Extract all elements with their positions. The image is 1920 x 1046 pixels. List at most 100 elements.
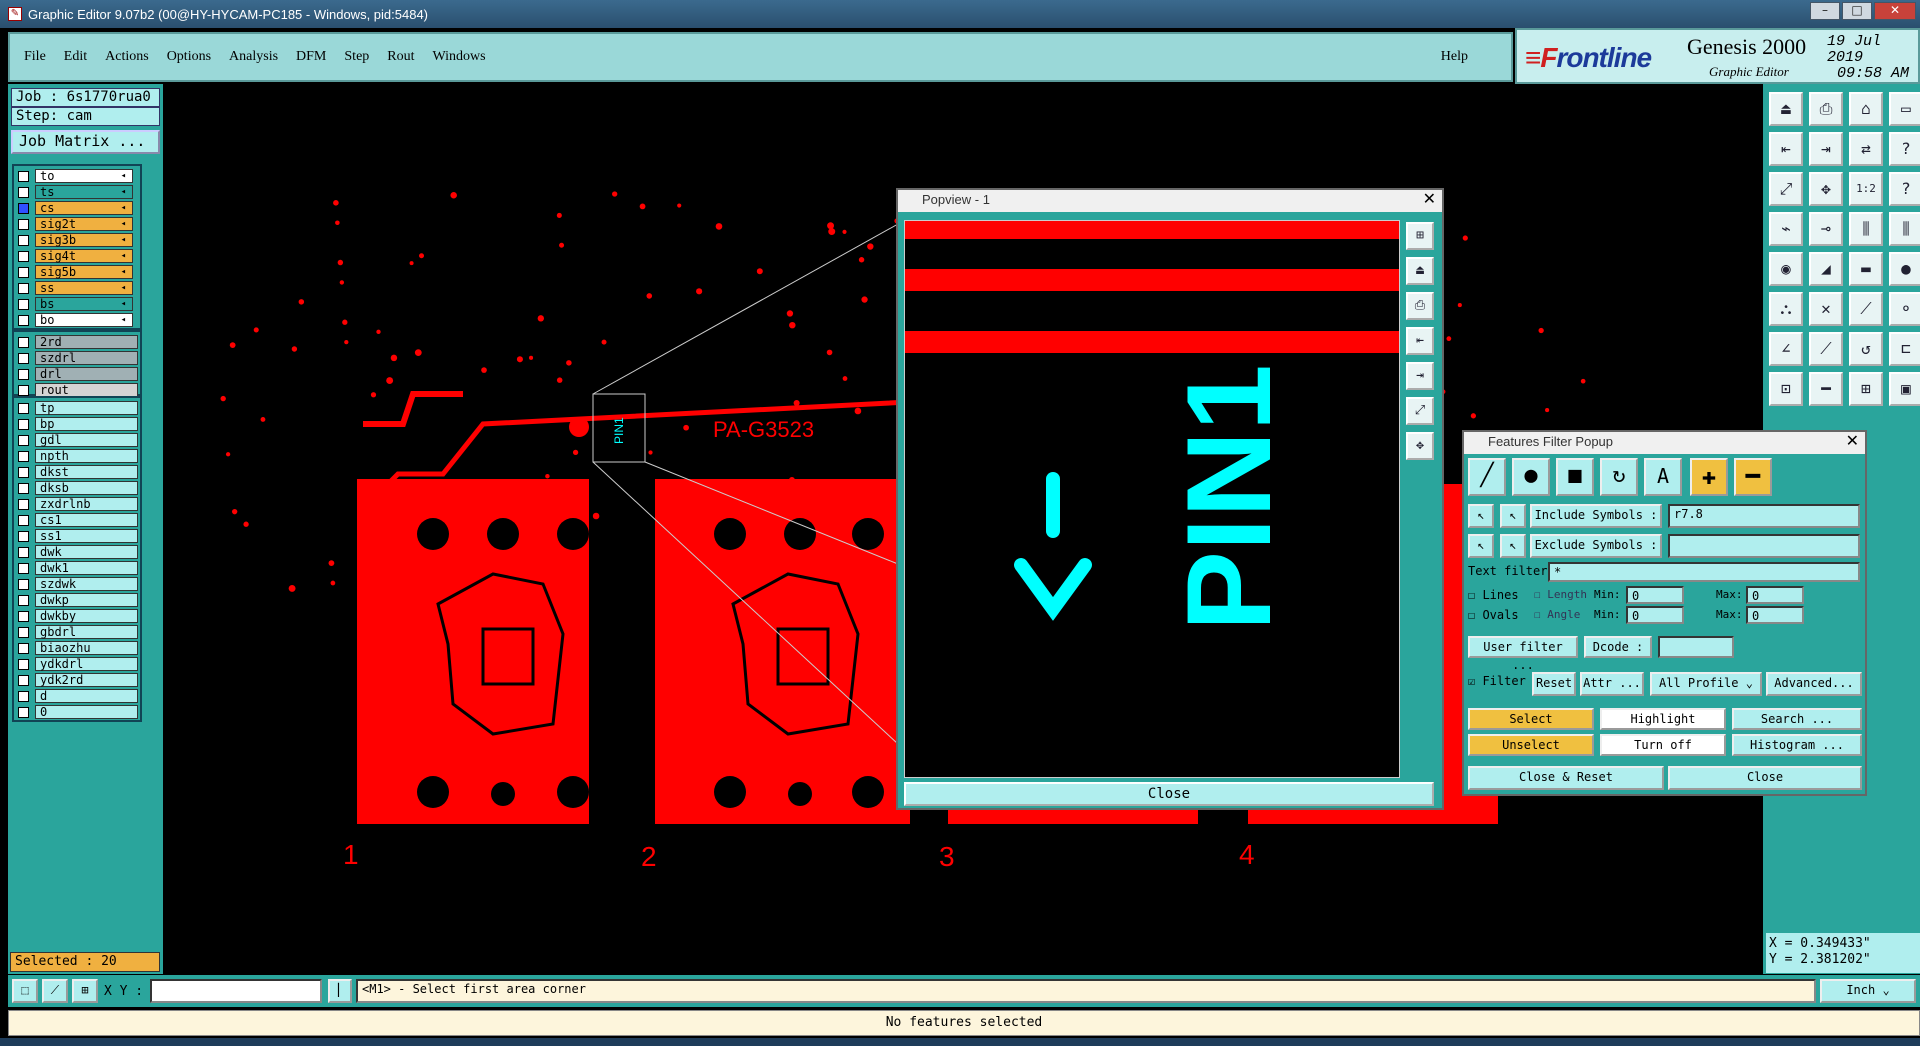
layer-checkbox[interactable] [18,594,29,606]
layer-name[interactable]: ss1 [35,529,138,543]
layer-name[interactable]: biaozhu [35,641,138,655]
layer-row[interactable]: biaozhu [18,640,140,656]
layer-name[interactable]: to [35,169,133,183]
layer-row[interactable]: ts ◂ [18,184,140,200]
profile-select[interactable]: All Profile ⌄ [1650,672,1762,696]
layer-row[interactable]: sig5b ◂ [18,264,140,280]
popview-tool-icon[interactable]: ⇥ [1406,362,1434,390]
dcode-input[interactable] [1658,636,1734,658]
layer-row[interactable]: sig3b ◂ [18,232,140,248]
layer-name[interactable]: npth [35,449,138,463]
popview-tool-icon[interactable]: ⇤ [1406,327,1434,355]
popview-close-button[interactable]: Close [904,782,1434,806]
turn-off-button[interactable]: Turn off [1600,734,1726,756]
layer-row[interactable]: gbdrl [18,624,140,640]
layer-checkbox[interactable] [18,186,29,198]
xy-input[interactable] [150,979,322,1003]
tool-connect-icon[interactable]: ⊸ [1809,212,1843,246]
popview-screen[interactable]: PIN1 [904,220,1400,778]
tool-rotate-icon[interactable]: ↺ [1849,332,1883,366]
layer-name[interactable]: szdrl [35,351,138,365]
popview-close-icon[interactable]: ✕ [1423,190,1436,210]
layer-name[interactable]: cs1 [35,513,138,527]
tool-bracket-icon[interactable]: ⊏ [1889,332,1920,366]
layer-name[interactable]: cs [35,201,133,215]
surface-feature-icon[interactable]: ■ [1556,458,1594,496]
layer-checkbox[interactable] [18,642,29,654]
histogram-button[interactable]: Histogram ... [1732,734,1862,756]
filter-checkbox[interactable]: ☑ Filter [1468,674,1526,688]
layer-name[interactable]: dwkby [35,609,138,623]
layer-checkbox[interactable] [18,298,29,310]
length-max-input[interactable]: 0 [1746,586,1804,604]
layer-name[interactable]: sig2t [35,217,133,231]
layer-checkbox[interactable] [18,610,29,622]
layer-row[interactable]: 2rd [18,334,140,350]
tool-save-icon[interactable]: ⎙ [1809,92,1843,126]
tool-back-icon[interactable]: ⇤ [1769,132,1803,166]
exclude-symbols-button[interactable]: Exclude Symbols : [1530,534,1662,558]
attr-button[interactable]: Attr ... [1580,672,1644,696]
layer-checkbox[interactable] [18,658,29,670]
tool-delete-icon[interactable]: ✕ [1809,292,1843,326]
menu-windows[interactable]: Windows [433,49,486,65]
zoom-area-icon[interactable]: ⬚ [12,979,38,1003]
negative-polarity-icon[interactable]: ━ [1734,458,1772,496]
arc-feature-icon[interactable]: ↻ [1600,458,1638,496]
layer-checkbox[interactable] [18,434,29,446]
unselect-button[interactable]: Unselect [1468,734,1594,756]
layer-checkbox[interactable] [18,368,29,380]
layer-name[interactable]: sig5b [35,265,133,279]
ovals-checkbox[interactable]: ☐ Ovals [1468,608,1519,622]
select-button[interactable]: Select [1468,708,1594,730]
exclude-symbols-input[interactable] [1668,534,1860,558]
layer-row[interactable]: ydk2rd [18,672,140,688]
layer-name[interactable]: ydk2rd [35,673,138,687]
menu-dfm[interactable]: DFM [296,49,326,65]
layer-checkbox[interactable] [18,466,29,478]
layer-checkbox[interactable] [18,546,29,558]
layer-checkbox[interactable] [18,402,29,414]
tool-draw-icon[interactable]: ⟋ [1809,332,1843,366]
layer-name[interactable]: bo [35,313,133,327]
menu-help[interactable]: Help [1441,49,1468,65]
user-filter-button[interactable]: User filter ... [1468,636,1578,672]
layer-name[interactable]: gbdrl [35,625,138,639]
tool-grid-icon[interactable]: ⊞ [1849,372,1883,406]
layer-checkbox[interactable] [18,418,29,430]
layer-checkbox[interactable] [18,170,29,182]
include-symbols-button[interactable]: Include Symbols : [1530,504,1662,528]
layer-name[interactable]: sig4t [35,249,133,263]
layer-row[interactable]: ydkdrl [18,656,140,672]
tool-scale-icon[interactable]: 1:2 [1849,172,1883,206]
menu-step[interactable]: Step [344,49,369,65]
popview-tool-icon[interactable]: ✥ [1406,432,1434,460]
layer-name[interactable]: ss [35,281,133,295]
layer-name[interactable]: rout [35,383,138,397]
tool-board-icon[interactable]: ▣ [1889,372,1920,406]
tool-home-icon[interactable]: ⌂ [1849,92,1883,126]
layer-checkbox[interactable] [18,202,29,214]
layer-checkbox[interactable] [18,674,29,686]
include-arrow2-icon[interactable]: ↖ [1500,504,1526,528]
layer-row[interactable]: ss1 [18,528,140,544]
maximize-button[interactable]: □ [1842,2,1872,20]
exclude-arrow-icon[interactable]: ↖ [1468,534,1494,558]
layer-checkbox[interactable] [18,498,29,510]
menu-analysis[interactable]: Analysis [229,49,278,65]
layer-row[interactable]: sig4t ◂ [18,248,140,264]
layer-row[interactable]: ss ◂ [18,280,140,296]
layer-name[interactable]: dwk [35,545,138,559]
layer-name[interactable]: gdl [35,433,138,447]
layer-checkbox[interactable] [18,352,29,364]
advanced-button[interactable]: Advanced... [1766,672,1862,696]
include-arrow-icon[interactable]: ↖ [1468,504,1494,528]
tool-pad-icon[interactable]: ◉ [1769,252,1803,286]
layer-row[interactable]: dksb [18,480,140,496]
layer-row[interactable]: dwk [18,544,140,560]
input-toggle-icon[interactable]: ⎢ [328,979,352,1003]
close-window-button[interactable]: ✕ [1874,2,1916,20]
layer-checkbox[interactable] [18,690,29,702]
layer-row[interactable]: cs1 [18,512,140,528]
layer-row[interactable]: to ◂ [18,168,140,184]
